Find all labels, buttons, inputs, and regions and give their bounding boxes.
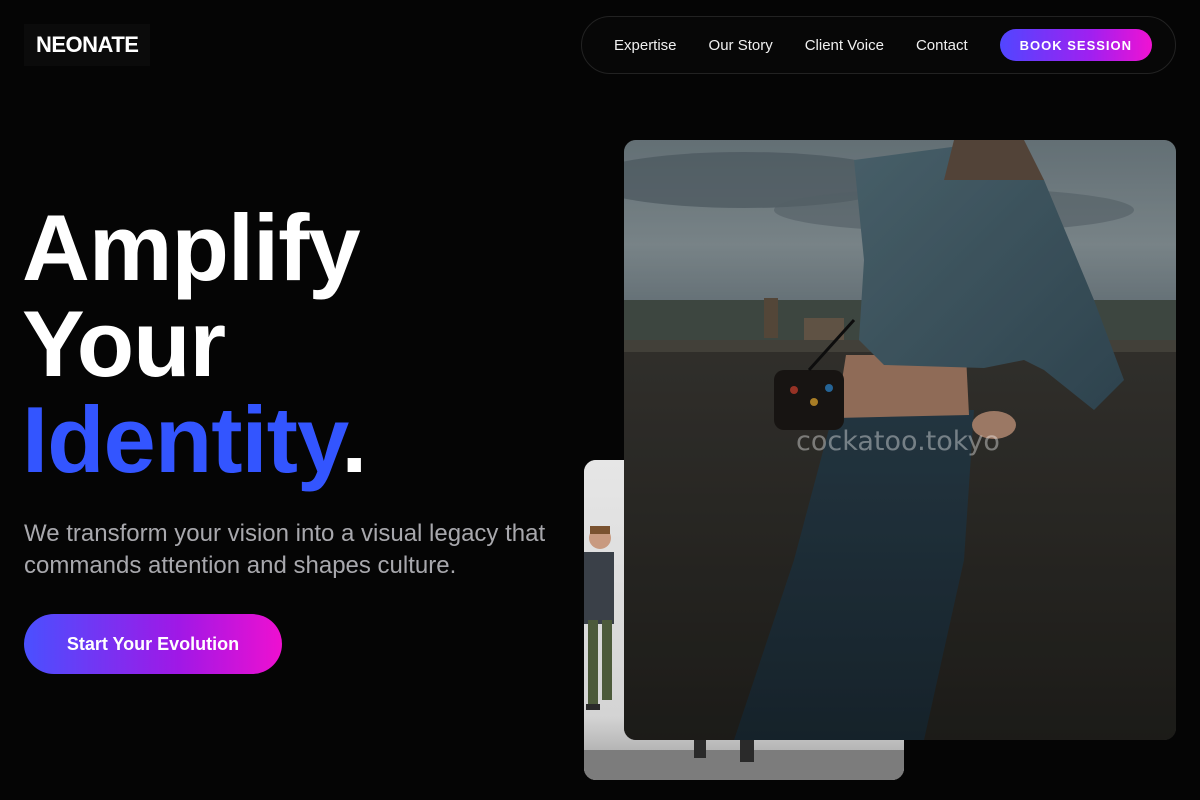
hero-subtitle: We transform your vision into a visual l…: [24, 520, 546, 579]
nav-link-our-story[interactable]: Our Story: [709, 37, 773, 54]
hero-title-dot: .: [341, 387, 367, 492]
hero-title-accent: Identity: [22, 387, 342, 492]
hero-title-line-2: Your: [22, 291, 226, 396]
watermark-text: cockatoo.tokyo: [796, 426, 1000, 457]
hero-title-line-3: Identity.: [22, 392, 367, 488]
nav-link-expertise[interactable]: Expertise: [614, 37, 677, 54]
hero-title-line-1: Amplify: [22, 195, 361, 300]
start-evolution-button[interactable]: Start Your Evolution: [24, 614, 282, 674]
logo[interactable]: NEONATE: [24, 24, 151, 66]
nav-link-contact[interactable]: Contact: [916, 37, 968, 54]
book-session-button[interactable]: BOOK SESSION: [999, 29, 1153, 61]
top-navigation: Expertise Our Story Client Voice Contact…: [581, 16, 1176, 74]
nav-link-client-voice[interactable]: Client Voice: [805, 37, 884, 54]
hero-title: Amplify Your Identity.: [22, 195, 367, 488]
